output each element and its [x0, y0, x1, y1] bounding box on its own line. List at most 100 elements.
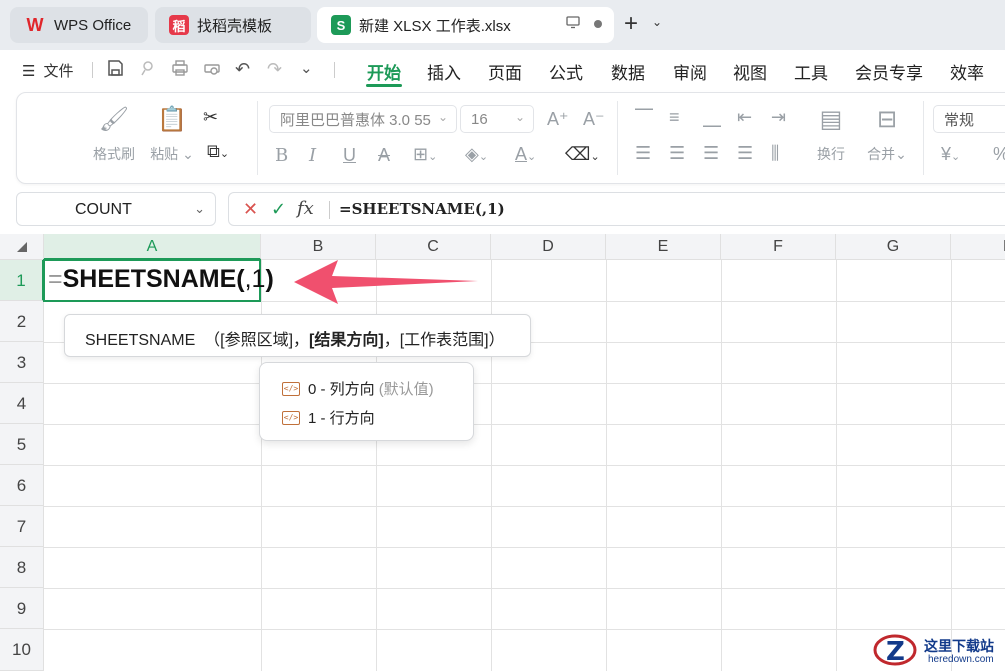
clipboard-icon: 📋 [157, 106, 187, 133]
row-header-8[interactable]: 8 [0, 547, 44, 588]
svg-text:Z: Z [886, 637, 905, 667]
format-painter-button[interactable]: 🖌 格式刷 [89, 105, 139, 164]
suggestion-item[interactable]: </> 0 - 列方向 (默认值) [282, 378, 434, 399]
redo-icon[interactable]: ↷ [267, 59, 282, 80]
new-tab-plus-icon[interactable]: + [624, 12, 638, 36]
undo-icon[interactable]: ↶ [235, 59, 250, 80]
menu-view[interactable]: 视图 [733, 59, 767, 84]
select-all-corner[interactable] [0, 234, 44, 260]
align-middle-icon[interactable]: ≡ [669, 107, 680, 128]
insert-function-icon[interactable]: fx [297, 198, 314, 219]
row-header-2[interactable]: 2 [0, 301, 44, 342]
row-header-10[interactable]: 10 [0, 629, 44, 671]
column-header-c[interactable]: C [376, 234, 491, 260]
menu-efficiency[interactable]: 效率 [950, 59, 984, 84]
cut-icon[interactable]: ✂ [203, 107, 218, 128]
menu-data[interactable]: 数据 [611, 59, 645, 84]
format-painter-label: 格式刷 [93, 146, 135, 162]
align-right-icon[interactable]: ☰ [703, 143, 719, 164]
menu-page[interactable]: 页面 [488, 59, 522, 84]
number-format-value: 常规 [944, 111, 975, 129]
percent-icon[interactable]: % [993, 144, 1005, 165]
copy-icon[interactable]: ⧉⌄ [207, 141, 229, 162]
active-menu-indicator [366, 84, 402, 87]
file-menu-label: 文件 [43, 63, 74, 80]
justify-icon[interactable]: ☰ [737, 143, 753, 164]
name-box[interactable]: COUNT ⌄ [16, 192, 216, 226]
menu-member[interactable]: 会员专享 [855, 59, 923, 84]
menu-tools[interactable]: 工具 [794, 59, 828, 84]
chevron-down-icon[interactable]: ⌄ [652, 15, 662, 29]
cell-a1-editor[interactable]: =SHEETSNAME(,1) [48, 265, 274, 294]
tab-label: 找稻壳模板 [197, 17, 273, 35]
italic-icon[interactable]: I [309, 145, 316, 166]
column-header-f[interactable]: F [721, 234, 836, 260]
align-center-icon[interactable]: ☰ [669, 143, 685, 164]
column-header-d[interactable]: D [491, 234, 606, 260]
bold-icon[interactable]: B [275, 145, 288, 166]
row-header-9[interactable]: 9 [0, 588, 44, 629]
cancel-icon[interactable]: ✕ [243, 199, 258, 220]
row-header-7[interactable]: 7 [0, 506, 44, 547]
print-icon[interactable] [171, 59, 189, 82]
column-header-g[interactable]: G [836, 234, 951, 260]
tab-wps-office[interactable]: W WPS Office [10, 7, 148, 43]
menu-review[interactable]: 审阅 [673, 59, 707, 84]
column-header-b[interactable]: B [261, 234, 376, 260]
save-icon[interactable] [106, 59, 124, 82]
eraser-icon[interactable]: ⌫⌄ [565, 144, 600, 165]
suggestion-item[interactable]: </> 1 - 行方向 [282, 407, 375, 428]
underline-icon[interactable]: U [343, 145, 356, 166]
divider [617, 101, 618, 175]
tab-active-workbook[interactable]: S 新建 XLSX 工作表.xlsx [317, 7, 614, 43]
column-header-a[interactable]: A [44, 234, 261, 260]
align-bottom-icon[interactable]: ⎽ [703, 107, 721, 128]
align-left-icon[interactable]: ☰ [635, 143, 651, 164]
menu-insert[interactable]: 插入 [427, 59, 461, 84]
row-header-5[interactable]: 5 [0, 424, 44, 465]
function-signature-tooltip: SHEETSNAME （[参照区域]，[结果方向]，[工作表范围]） [64, 314, 531, 357]
share-icon[interactable] [139, 59, 157, 82]
row-header-4[interactable]: 4 [0, 383, 44, 424]
unsaved-dot-icon[interactable] [594, 20, 602, 28]
increase-font-icon[interactable]: A⁺ [547, 109, 569, 130]
print-preview-icon[interactable] [203, 59, 221, 82]
menu-formulas[interactable]: 公式 [549, 59, 583, 84]
select-all-icon [17, 242, 27, 252]
distributed-icon[interactable]: ⫼ [771, 143, 779, 164]
row-header-6[interactable]: 6 [0, 465, 44, 506]
font-name-value: 阿里巴巴普惠体 3.0 55 [280, 111, 431, 129]
menu-home[interactable]: 开始 [367, 59, 401, 84]
paste-label: 粘贴 [150, 146, 179, 162]
fill-color-icon[interactable]: ◈⌄ [465, 144, 488, 165]
font-size-select[interactable]: 16 ⌄ [460, 105, 534, 133]
border-icon[interactable]: ⊞⌄ [413, 144, 437, 165]
wrap-text-button[interactable]: ▤ 换行 [809, 105, 853, 164]
column-header-e[interactable]: E [606, 234, 721, 260]
chevron-down-icon[interactable]: ⌄ [300, 59, 313, 77]
gridline [44, 588, 1005, 589]
monitor-icon[interactable] [566, 16, 580, 32]
divider [329, 201, 330, 219]
merge-cells-button[interactable]: ⊟ 合并⌄ [863, 105, 911, 164]
align-top-icon[interactable]: ⎺ [635, 107, 653, 128]
column-header-h[interactable]: H [951, 234, 1005, 260]
chevron-down-icon[interactable]: ⌄ [194, 201, 205, 217]
currency-icon[interactable]: ¥ [941, 144, 951, 164]
tab-template[interactable]: 稻 找稻壳模板 [155, 7, 311, 43]
formula-input[interactable]: =SHEETSNAME(,1) [339, 200, 505, 218]
decrease-font-icon[interactable]: A⁻ [583, 109, 605, 130]
number-format-select[interactable]: 常规 [933, 105, 1005, 133]
row-header-3[interactable]: 3 [0, 342, 44, 383]
decrease-indent-icon[interactable]: ⇤ [737, 107, 752, 128]
tooltip-function-name: SHEETSNAME [85, 332, 196, 349]
row-header-1[interactable]: 1 [0, 260, 44, 301]
increase-indent-icon[interactable]: ⇥ [771, 107, 786, 128]
strikethrough-icon[interactable]: A [378, 145, 390, 166]
confirm-icon[interactable]: ✓ [271, 199, 286, 220]
paste-button[interactable]: 📋 粘贴 ⌄ [147, 105, 197, 164]
file-menu[interactable]: ☰ 文件 [22, 60, 73, 81]
font-color-icon[interactable]: A⌄ [515, 144, 536, 165]
font-name-select[interactable]: 阿里巴巴普惠体 3.0 55 ⌄ [269, 105, 457, 133]
tab-label: 新建 XLSX 工作表.xlsx [359, 17, 511, 35]
